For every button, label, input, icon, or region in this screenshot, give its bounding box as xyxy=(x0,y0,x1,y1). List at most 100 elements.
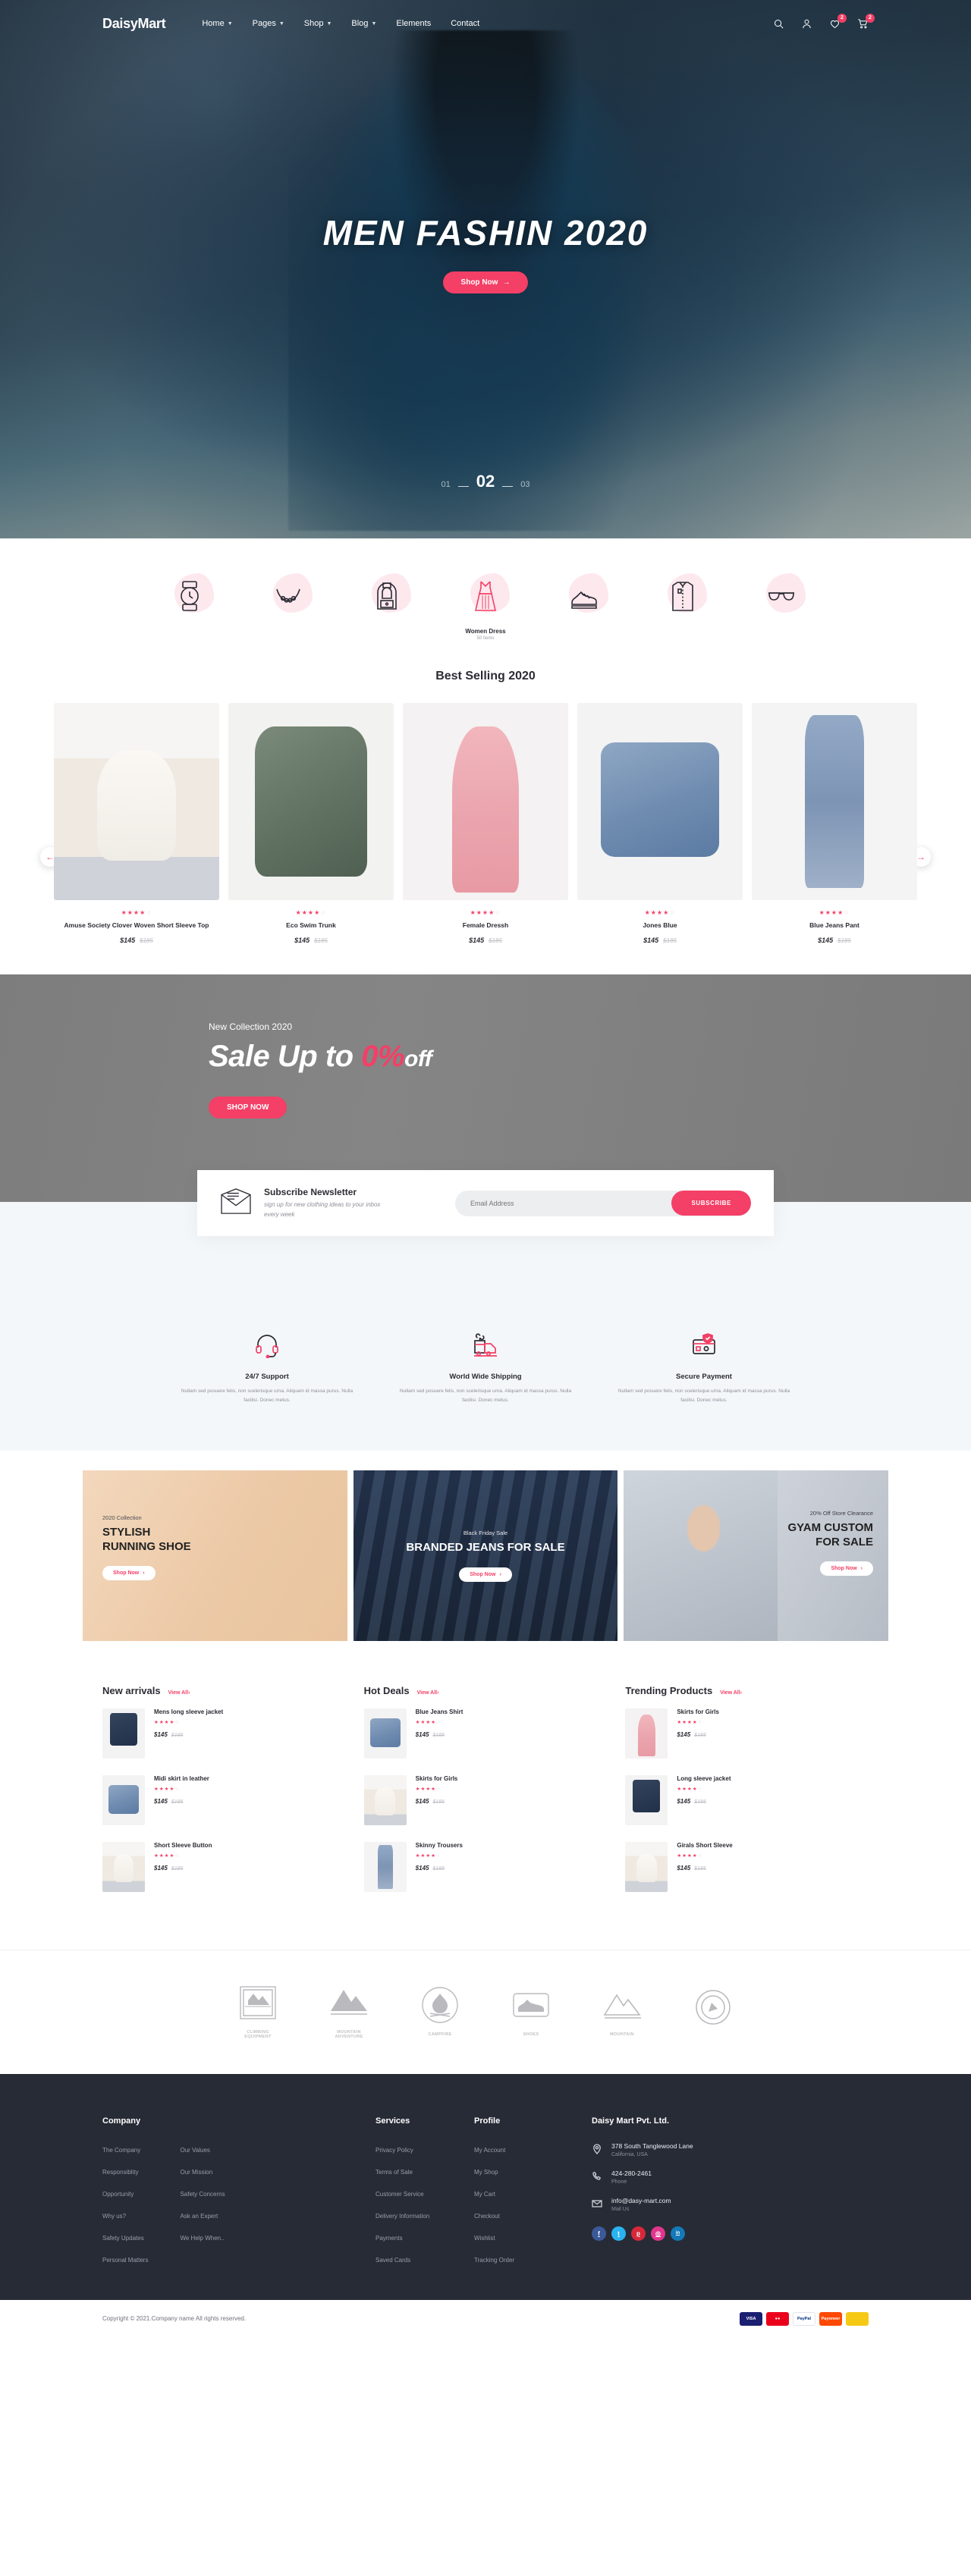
brand-logo-compass[interactable] xyxy=(686,1985,740,2035)
footer-link[interactable]: Checkout xyxy=(474,2213,500,2220)
footer-link[interactable]: Our Mission xyxy=(180,2169,212,2176)
product-price: $145 $185 xyxy=(154,1864,184,1872)
promo-banner-running-shoe[interactable]: 2020 Collection STYLISH RUNNING SHOE Sho… xyxy=(83,1470,347,1641)
nav-item-contact[interactable]: Contact xyxy=(451,19,479,28)
twitter-icon[interactable]: t xyxy=(611,2226,626,2241)
promo-shop-now-button[interactable]: Shop Now › xyxy=(102,1566,156,1581)
hero-shop-now-button[interactable]: Shop Now → xyxy=(442,271,529,293)
site-logo[interactable]: DaisyMart xyxy=(102,16,166,32)
product-price: $145 $185 xyxy=(294,936,328,944)
email-input[interactable] xyxy=(455,1190,672,1216)
nav-item-shop[interactable]: Shop ▼ xyxy=(304,19,332,28)
category-item-women-dress[interactable]: Women Dress 50 Items xyxy=(449,569,522,641)
list-title: New arrivals xyxy=(102,1684,161,1696)
category-item-shirt[interactable] xyxy=(646,569,719,623)
footer-link[interactable]: Our Values xyxy=(180,2147,209,2154)
list-item[interactable]: Long sleeve jacket ★★★★☆ $145 $185 xyxy=(625,1774,869,1825)
footer-link[interactable]: My Account xyxy=(474,2147,505,2154)
footer-link[interactable]: Safety Updates xyxy=(102,2235,144,2242)
list-item[interactable]: Skirts for Girls ★★★★☆ $145 $185 xyxy=(625,1708,869,1759)
chevron-down-icon: ▼ xyxy=(227,20,233,27)
facebook-icon[interactable]: f xyxy=(592,2226,606,2241)
footer-link[interactable]: Delivery Information xyxy=(376,2213,429,2220)
feature-item-shipping: World Wide Shipping Nullam sed posuere f… xyxy=(395,1332,576,1405)
list-item[interactable]: Skinny Trousers ★★★★☆ $145 $185 xyxy=(363,1841,608,1892)
sale-shop-now-button[interactable]: SHOP NOW xyxy=(209,1096,288,1119)
list-item[interactable]: Skirts for Girls ★★★★☆ $145 $185 xyxy=(363,1774,608,1825)
category-item-sunglasses[interactable] xyxy=(745,569,818,623)
slide-indicator-3[interactable]: 03 xyxy=(520,480,529,489)
nav-item-blog[interactable]: Blog ▼ xyxy=(351,19,376,28)
footer-link[interactable]: Tracking Order xyxy=(474,2257,514,2264)
category-item-necklace[interactable] xyxy=(252,569,325,623)
nav-item-pages[interactable]: Pages ▼ xyxy=(253,19,284,28)
product-old-price: $185 xyxy=(837,937,851,944)
subscribe-button[interactable]: SUBSCRIBE xyxy=(671,1191,751,1216)
product-name: Skirts for Girls xyxy=(677,1708,719,1715)
brand-logo-climbing-equipment[interactable]: CLIMBING EQUIPMENT xyxy=(231,1981,285,2039)
footer-link[interactable]: The Company xyxy=(102,2147,140,2154)
necklace-icon xyxy=(259,569,317,623)
promo-shop-now-button[interactable]: Shop Now › xyxy=(459,1567,512,1582)
footer-link[interactable]: Wishlist xyxy=(474,2235,495,2242)
list-item[interactable]: Blue Jeans Shirt ★★★★☆ $145 $185 xyxy=(363,1708,608,1759)
footer-link[interactable]: Customer Service xyxy=(376,2191,424,2198)
slide-indicator-2[interactable]: 02 xyxy=(476,472,495,491)
slider-dash xyxy=(457,486,469,487)
view-all-link[interactable]: View All› xyxy=(720,1690,742,1696)
brand-logo-campfire[interactable]: CAMPFIRE xyxy=(413,1983,467,2037)
nav-label: Pages xyxy=(252,19,276,28)
mail-value[interactable]: info@dasy-mart.com xyxy=(611,2197,671,2204)
list-item[interactable]: Midi skirt in leather ★★★★☆ $145 $185 xyxy=(102,1774,346,1825)
location-pin-icon xyxy=(592,2142,602,2158)
cart-icon[interactable]: 2 xyxy=(857,13,875,30)
product-card[interactable]: ★★★★☆ Amuse Society Clover Woven Short S… xyxy=(54,703,219,944)
footer-link[interactable]: Personal Matters xyxy=(102,2257,148,2264)
footer-link[interactable]: My Shop xyxy=(474,2169,498,2176)
promo-banner-gym-custom[interactable]: 20% Off Store Clearance GYAM CUSTOM FOR … xyxy=(624,1470,889,1641)
brand-logo-mountain[interactable]: MOUNTAIN xyxy=(595,1983,649,2037)
pinterest-icon[interactable]: p xyxy=(631,2226,646,2241)
linkedin-icon[interactable]: in xyxy=(671,2226,685,2241)
list-item[interactable]: Short Sleeve Button ★★★★☆ $145 $185 xyxy=(102,1841,346,1892)
footer-link[interactable]: Safety Concerns xyxy=(180,2191,225,2198)
phone-value[interactable]: 424-280-2461 xyxy=(611,2170,652,2177)
newsletter-title: Subscribe Newsletter xyxy=(264,1186,357,1197)
footer-link[interactable]: Saved Cards xyxy=(376,2257,410,2264)
wishlist-icon[interactable]: 2 xyxy=(829,13,847,30)
footer-link[interactable]: Opportunity xyxy=(102,2191,134,2198)
view-all-link[interactable]: View All› xyxy=(417,1690,439,1696)
brand-logo-shoes[interactable]: SHOES xyxy=(504,1983,558,2037)
list-item[interactable]: Mens long sleeve jacket ★★★★☆ $145 $185 xyxy=(102,1708,346,1759)
main-nav: Home ▼ Pages ▼ Shop ▼ Blog ▼ Elements Contac… xyxy=(202,19,479,28)
category-item-watch[interactable] xyxy=(153,569,226,623)
product-price: $145 $185 xyxy=(154,1730,184,1738)
footer-link[interactable]: Why us? xyxy=(102,2213,126,2220)
product-card[interactable]: ★★★★☆ Eco Swim Trunk $145 $185 xyxy=(228,703,394,944)
product-name: Girals Short Sleeve xyxy=(677,1841,733,1849)
user-icon[interactable] xyxy=(801,18,812,30)
product-card[interactable]: ★★★★☆ Female Dressh $145 $185 xyxy=(403,703,568,944)
slide-indicator-1[interactable]: 01 xyxy=(442,480,451,489)
product-card[interactable]: ★★★★☆ Blue Jeans Pant $145 $185 xyxy=(752,703,917,944)
category-item-shoes[interactable] xyxy=(548,569,621,623)
brand-logo-mountain-adventure[interactable]: MOUNTAIN ADVENTURE xyxy=(322,1981,376,2039)
footer-link[interactable]: Ask an Expert xyxy=(180,2213,218,2220)
view-all-link[interactable]: View All› xyxy=(168,1690,190,1696)
promo-shop-now-button[interactable]: Shop Now › xyxy=(820,1561,874,1577)
instagram-icon[interactable]: ◎ xyxy=(651,2226,665,2241)
list-item[interactable]: Girals Short Sleeve ★★★★☆ $145 $185 xyxy=(625,1841,869,1892)
footer-link[interactable]: Terms of Sale xyxy=(376,2169,413,2176)
footer-link[interactable]: My Cart xyxy=(474,2191,495,2198)
footer-link[interactable]: We Help When.. xyxy=(180,2235,224,2242)
footer-link[interactable]: Payments xyxy=(376,2235,403,2242)
footer-link[interactable]: Privacy Policy xyxy=(376,2147,413,2154)
nav-item-elements[interactable]: Elements xyxy=(396,19,431,28)
promo-banner-branded-jeans[interactable]: Black Friday Sale BRANDED JEANS FOR SALE… xyxy=(353,1470,618,1641)
search-icon[interactable] xyxy=(773,18,784,30)
category-item-backpack[interactable] xyxy=(350,569,423,623)
footer-link[interactable]: Responsiblity xyxy=(102,2169,139,2176)
nav-item-home[interactable]: Home ▼ xyxy=(202,19,232,28)
newsletter-form: SUBSCRIBE xyxy=(455,1190,751,1216)
product-card[interactable]: ★★★★☆ Jones Blue $145 $185 xyxy=(577,703,743,944)
